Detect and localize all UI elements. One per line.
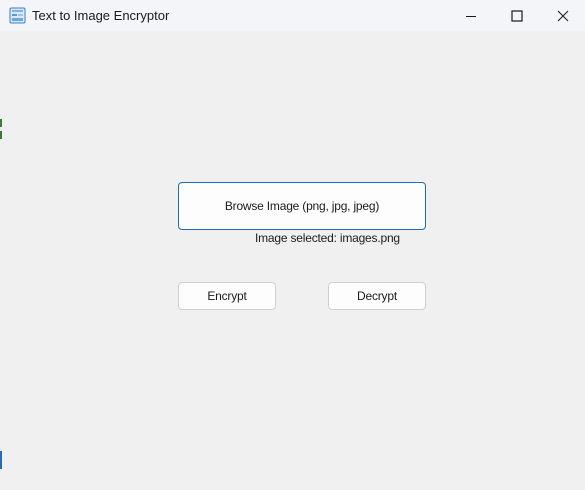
app-image-icon — [9, 7, 26, 24]
maximize-icon — [511, 9, 523, 22]
close-button[interactable] — [540, 0, 585, 31]
window-title: Text to Image Encryptor — [32, 8, 170, 23]
title-bar[interactable]: Text to Image Encryptor — [0, 0, 585, 31]
main-panel: Browse Image (png, jpg, jpeg) Image sele… — [0, 31, 585, 490]
maximize-button[interactable] — [494, 0, 540, 31]
app-window: Text to Image Encryptor Browse Image (pn… — [0, 0, 585, 490]
decrypt-button[interactable]: Decrypt — [328, 282, 426, 310]
close-icon — [557, 10, 569, 22]
browse-image-button[interactable]: Browse Image (png, jpg, jpeg) — [178, 182, 426, 230]
selected-image-label: Image selected: images.png — [255, 231, 400, 245]
edge-artifact — [0, 119, 2, 127]
minimize-button[interactable] — [448, 0, 494, 31]
minimize-icon — [465, 10, 477, 22]
encrypt-button[interactable]: Encrypt — [178, 282, 276, 310]
edge-artifact — [0, 131, 2, 139]
edge-artifact — [0, 451, 2, 469]
